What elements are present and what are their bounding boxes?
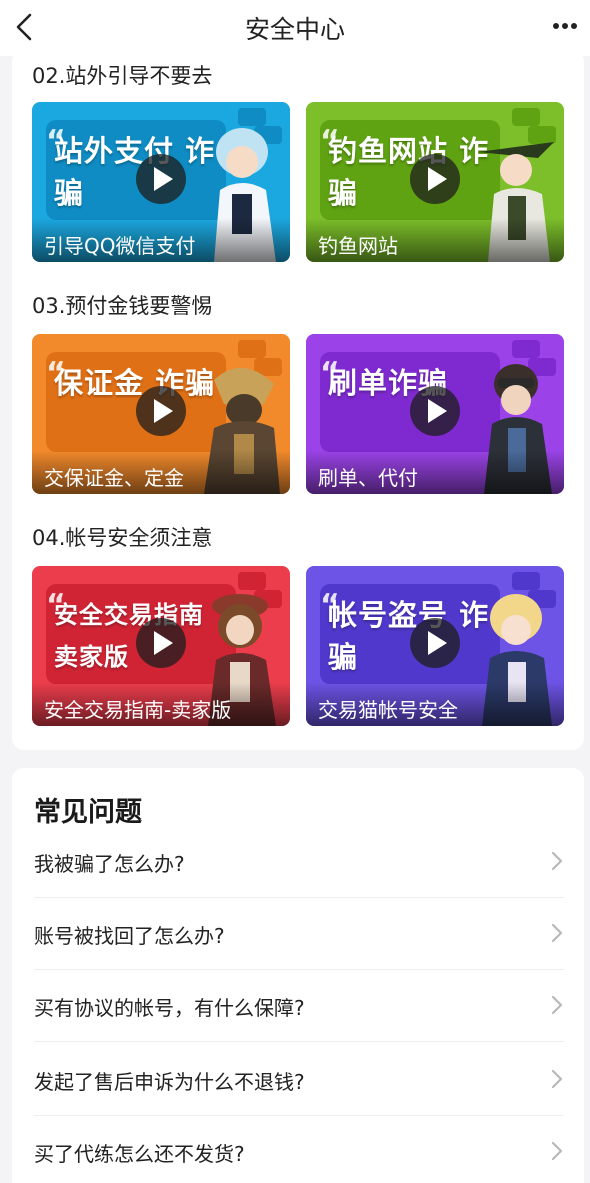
more-button[interactable] bbox=[548, 10, 582, 44]
safety-video-card: 02.站外引导不要去 “ 站外支付 诈骗 引导QQ微信支付 “ 钓鱼网站 诈骗 bbox=[12, 50, 584, 750]
play-button[interactable] bbox=[136, 386, 186, 436]
video-card-account-theft[interactable]: “ 帐号盗号 诈骗 交易猫帐号安全 bbox=[306, 566, 564, 726]
play-button[interactable] bbox=[410, 386, 460, 436]
section-title-04: 04.帐号安全须注意 bbox=[32, 526, 213, 550]
play-button[interactable] bbox=[136, 154, 186, 204]
faq-item-text: 买有协议的帐号，有什么保障? bbox=[34, 996, 305, 1020]
play-icon bbox=[428, 399, 447, 423]
faq-item[interactable]: 买有协议的帐号，有什么保障? bbox=[34, 970, 564, 1042]
faq-item[interactable]: 我被骗了怎么办? bbox=[34, 826, 564, 898]
video-caption: 交易猫帐号安全 bbox=[306, 682, 564, 726]
play-icon bbox=[154, 399, 173, 423]
play-icon bbox=[428, 167, 447, 191]
faq-item-text: 我被骗了怎么办? bbox=[34, 852, 185, 876]
video-card-seller-guide[interactable]: “ 安全交易指南 卖家版 安全交易指南-卖家版 bbox=[32, 566, 290, 726]
video-card-phishing-site[interactable]: “ 钓鱼网站 诈骗 钓鱼网站 bbox=[306, 102, 564, 262]
faq-item-text: 发起了售后申诉为什么不退钱? bbox=[34, 1070, 305, 1094]
play-icon bbox=[154, 631, 173, 655]
more-dots-icon bbox=[553, 23, 577, 29]
chevron-right-icon bbox=[551, 995, 563, 1015]
play-icon bbox=[428, 631, 447, 655]
play-button[interactable] bbox=[136, 618, 186, 668]
video-card-offsite-payment[interactable]: “ 站外支付 诈骗 引导QQ微信支付 bbox=[32, 102, 290, 262]
video-card-deposit-fraud[interactable]: “ 保证金 诈骗 交保证金、定金 bbox=[32, 334, 290, 494]
video-caption: 钓鱼网站 bbox=[306, 218, 564, 262]
chevron-right-icon bbox=[551, 1141, 563, 1161]
section-title-02: 02.站外引导不要去 bbox=[32, 64, 213, 88]
chevron-right-icon bbox=[551, 851, 563, 871]
video-caption: 刷单、代付 bbox=[306, 450, 564, 494]
video-caption: 引导QQ微信支付 bbox=[32, 218, 290, 262]
faq-item-text: 买了代练怎么还不发货? bbox=[34, 1142, 245, 1166]
faq-title: 常见问题 bbox=[34, 797, 142, 828]
chevron-right-icon bbox=[551, 923, 563, 943]
chevron-right-icon bbox=[551, 1069, 563, 1089]
video-card-order-brushing[interactable]: “ 刷单诈骗 刷单、代付 bbox=[306, 334, 564, 494]
page-title: 安全中心 bbox=[244, 15, 345, 44]
play-button[interactable] bbox=[410, 618, 460, 668]
faq-card: 常见问题 我被骗了怎么办? 账号被找回了怎么办? 买有协议的帐号，有什么保障? … bbox=[12, 768, 584, 1183]
section-title-03: 03.预付金钱要警惕 bbox=[32, 294, 213, 318]
top-nav-bar: 安全中心 bbox=[0, 0, 590, 56]
video-caption: 交保证金、定金 bbox=[32, 450, 290, 494]
video-caption: 安全交易指南-卖家版 bbox=[32, 682, 290, 726]
faq-item-text: 账号被找回了怎么办? bbox=[34, 924, 225, 948]
play-button[interactable] bbox=[410, 154, 460, 204]
faq-item[interactable]: 账号被找回了怎么办? bbox=[34, 898, 564, 970]
play-icon bbox=[154, 167, 173, 191]
faq-item[interactable]: 发起了售后申诉为什么不退钱? bbox=[34, 1044, 564, 1116]
faq-item[interactable]: 买了代练怎么还不发货? bbox=[34, 1116, 564, 1183]
